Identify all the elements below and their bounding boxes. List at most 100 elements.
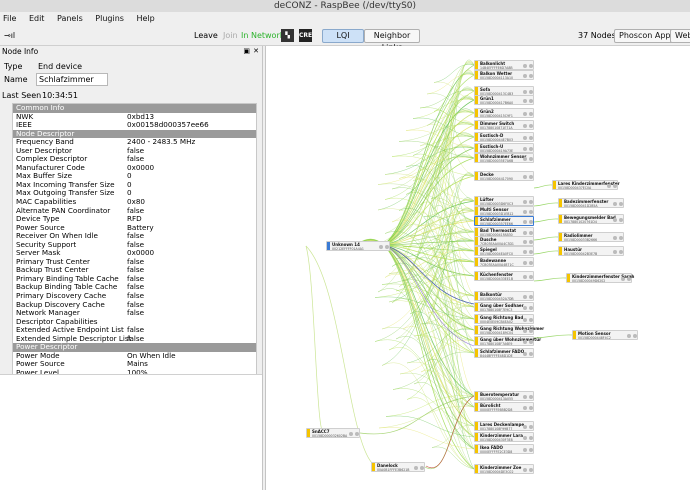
endpoint-dot-icon[interactable] [523,136,527,140]
network-node[interactable]: Gang Richtung Bad 0004E0E09CB4EA02 [474,314,534,324]
endpoint-dot-icon[interactable] [529,395,533,399]
endpoint-dot-icon[interactable] [523,112,527,116]
leave-button[interactable]: Leave [194,30,218,42]
endpoint-dot-icon[interactable] [529,436,533,440]
endpoint-dot-icon[interactable] [619,202,623,206]
menu-help[interactable]: Help [136,14,154,23]
endpoint-dot-icon[interactable] [523,425,527,429]
endpoint-dot-icon[interactable] [523,318,527,322]
endpoint-dot-icon[interactable] [529,99,533,103]
endpoint-dot-icon[interactable] [349,432,353,436]
endpoint-dot-icon[interactable] [529,261,533,265]
network-graph[interactable]: Unknown 14 00212EFFFF01A4A1 Balkonlicht 14B… [265,46,690,490]
endpoint-dot-icon[interactable] [529,318,533,322]
endpoint-dot-icon[interactable] [529,64,533,68]
menu-panels[interactable]: Panels [57,14,83,23]
network-node[interactable]: Grün2 00158D000415C9F1 [474,108,534,118]
endpoint-dot-icon[interactable] [529,250,533,254]
network-node[interactable]: Gang Richtung Wohnzimmer 00158D0004189C04 [474,325,544,335]
network-node[interactable]: Buerotemperatur 00158D000413A055 [474,391,534,401]
endpoint-dot-icon[interactable] [529,340,533,344]
endpoint-dot-icon[interactable] [529,124,533,128]
endpoint-dot-icon[interactable] [613,184,617,188]
endpoint-dot-icon[interactable] [523,210,527,214]
endpoint-dot-icon[interactable] [529,200,533,204]
menu-edit[interactable]: Edit [29,14,45,23]
network-node[interactable]: Balkon Wetter 00158D0004113A10 [474,70,534,80]
endpoint-dot-icon[interactable] [619,236,623,240]
close-icon[interactable]: ✕ [253,46,259,57]
network-node[interactable]: Kinderzimmer Lara 00158D000430F3E8 [474,432,534,442]
endpoint-dot-icon[interactable] [607,184,611,188]
endpoint-dot-icon[interactable] [523,340,527,344]
network-node[interactable]: Dusche 7CB03EAA00A4C3D1 [474,236,534,246]
network-node[interactable]: Motion Sensor 00158D000448F4C2 [572,330,638,340]
network-node[interactable]: Gang über Sodhaer 0017880108F7E9C3 [474,302,534,312]
network-node[interactable]: Bewegungsmelder Bad 00178801020761D4 [558,214,624,224]
endpoint-dot-icon[interactable] [529,240,533,244]
endpoint-dot-icon[interactable] [523,90,527,94]
network-node[interactable]: Lares Kinderzimmerfenster 00158D000437EC0… [552,180,620,190]
network-node[interactable]: Badezimmerfenster 00158D00041D2B5A [558,198,624,208]
endpoint-dot-icon[interactable] [523,261,527,265]
endpoint-dot-icon[interactable] [529,90,533,94]
name-field[interactable]: Schlafzimmer [36,73,108,86]
network-node[interactable]: Multi Sensor 00158D0003D1EB12 [474,206,534,216]
endpoint-dot-icon[interactable] [523,329,527,333]
network-node[interactable]: Lüfter 00158D0003D6F0C3 [474,196,534,206]
network-node[interactable]: Badewanne 7CB03EAA00A4B71C [474,257,534,267]
endpoint-dot-icon[interactable] [523,220,527,224]
network-node[interactable]: Küchenfenster 00158D000433EE1B [474,271,534,281]
endpoint-dot-icon[interactable] [523,74,527,78]
network-node[interactable]: Danelock 00A0B1FFFE3B621B [371,462,425,472]
lqi-button[interactable]: LQI [322,29,364,43]
cre-button[interactable]: CRE [299,29,312,42]
network-node[interactable]: Kinderzimmer Zoe 00158D0004DE3C02 [474,464,534,474]
endpoint-dot-icon[interactable] [523,157,527,161]
network-node[interactable]: Ikea FADO 0000EFFFFE2CE3D8 [474,444,534,454]
network-node[interactable]: Bürolicht 0000EFFFFE6BB2D8 [474,402,534,412]
menu-plugins[interactable]: Plugins [95,14,124,23]
endpoint-dot-icon[interactable] [355,432,359,436]
endpoint-dot-icon[interactable] [523,352,527,356]
network-node[interactable]: Decke 00158D0004417090 [474,171,534,181]
endpoint-dot-icon[interactable] [420,466,424,470]
phoscon-app-button[interactable]: Phoscon App [614,29,676,43]
endpoint-dot-icon[interactable] [619,218,623,222]
network-node[interactable]: Schlafzimmer FADO 8444BFFFFE48D1DE [474,348,534,358]
endpoint-dot-icon[interactable] [523,250,527,254]
endpoint-dot-icon[interactable] [523,468,527,472]
network-node[interactable]: Lares Deckenlampe 0017880108F99B77 [474,421,534,431]
endpoint-dot-icon[interactable] [529,136,533,140]
endpoint-dot-icon[interactable] [529,175,533,179]
network-node[interactable]: Balkontür 00158D000452A7DB [474,291,534,301]
endpoint-dot-icon[interactable] [523,295,527,299]
network-node[interactable]: SnACC7 00158D000032602BA [306,428,360,438]
network-node[interactable]: Wohnzimmer Sensor 00158D00035E7A6B [474,153,534,163]
endpoint-dot-icon[interactable] [529,295,533,299]
endpoint-dot-icon[interactable] [529,231,533,235]
endpoint-dot-icon[interactable] [414,466,418,470]
endpoint-dot-icon[interactable] [523,231,527,235]
network-node[interactable]: Dimmer Switch 001788010871E71A [474,120,534,130]
network-node[interactable]: Esstisch-U 00158D000419A73E [474,143,534,153]
network-node[interactable]: Kinderzimmerfenster Sarah 00158D00049D620… [566,273,634,283]
webapp-button[interactable]: Webapp [670,29,690,43]
endpoint-dot-icon[interactable] [529,275,533,279]
endpoint-dot-icon[interactable] [627,277,631,281]
neighbor-links-button[interactable]: Neighbor Links [364,29,420,52]
endpoint-dot-icon[interactable] [523,306,527,310]
endpoint-dot-icon[interactable] [523,406,527,410]
endpoint-dot-icon[interactable] [619,250,623,254]
connection-icon[interactable]: ⊸ıl [4,30,15,42]
endpoint-dot-icon[interactable] [613,236,617,240]
endpoint-dot-icon[interactable] [529,112,533,116]
network-node[interactable]: Spiegel 00158D0004EA0FC0 [474,246,534,256]
endpoint-dot-icon[interactable] [523,275,527,279]
endpoint-dot-icon[interactable] [523,200,527,204]
network-node[interactable]: Schlafzimmer 00158D000357EE66 [474,216,534,226]
endpoint-dot-icon[interactable] [529,468,533,472]
endpoint-dot-icon[interactable] [529,406,533,410]
endpoint-dot-icon[interactable] [529,157,533,161]
endpoint-dot-icon[interactable] [523,448,527,452]
